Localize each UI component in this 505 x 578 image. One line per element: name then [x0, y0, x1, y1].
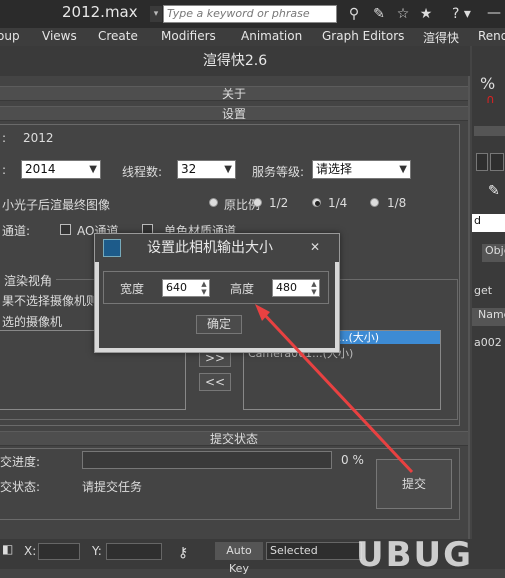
render-view-group-label: 渲染视角 [0, 272, 57, 289]
ratio-quarter-radio[interactable] [312, 198, 321, 207]
menu-rendering[interactable]: Rend [478, 29, 505, 43]
minimize-icon[interactable]: — [487, 5, 503, 23]
y-coord-field[interactable] [106, 543, 162, 560]
ratio-half-label: 1/2 [269, 196, 289, 210]
about-rollout[interactable]: 关于 [0, 86, 468, 101]
menu-create[interactable]: Create [98, 29, 138, 43]
version-label: : [2, 131, 7, 145]
menu-animation[interactable]: Animation [241, 29, 302, 43]
object-name-field[interactable]: d [472, 214, 505, 232]
key-icon[interactable]: ⚷ [178, 545, 188, 561]
title-dropdown-icon[interactable]: ▾ [150, 6, 162, 22]
status-label: 交状态: [0, 480, 41, 494]
menu-bar: oup Views Create Modifiers Animation Gra… [0, 28, 505, 46]
menu-xuandekuai[interactable]: 渲得快 [423, 29, 459, 46]
percent-snap-icon[interactable]: % [480, 74, 495, 93]
binoculars-icon[interactable]: ⚲ [345, 5, 363, 23]
ok-button[interactable]: 确定 [196, 315, 242, 334]
target-label: get [474, 284, 493, 297]
dialog-body: 宽度 640 ▲ ▼ 高度 480 ▲ ▼ 确定 [99, 262, 335, 348]
object-item[interactable]: a002 [474, 336, 502, 349]
size-group: 宽度 640 ▲ ▼ 高度 480 ▲ ▼ [103, 271, 329, 304]
panel-tab-icon[interactable] [476, 153, 488, 171]
menu-modifiers[interactable]: Modifiers [161, 29, 216, 43]
object-type-button[interactable]: Obje [482, 244, 505, 262]
x-coord-field[interactable] [38, 543, 80, 560]
spinner-arrows-icon[interactable]: ▲ ▼ [200, 280, 208, 296]
search-input[interactable]: Type a keyword or phrase [163, 5, 337, 23]
width-value: 640 [166, 281, 187, 294]
ao-channel-checkbox[interactable] [60, 224, 71, 235]
chevron-down-icon: ▼ [89, 164, 97, 175]
height-label: 高度 [230, 282, 255, 296]
command-panel: % ∩ ✎ d Obje get Name a002 [472, 46, 505, 539]
channels-label: 通道: [2, 224, 31, 238]
app-title-bar: 2012.max ▾ Type a keyword or phrase ⚲ ✎ … [0, 0, 505, 28]
menu-views[interactable]: Views [42, 29, 77, 43]
menu-graph-editors[interactable]: Graph Editors [322, 29, 404, 43]
status-bar: ◧ X: Y: ⚷ Auto Key Selected UBUG [0, 535, 505, 575]
file-name: 2012.max [62, 3, 138, 21]
help-button[interactable]: ? ▾ [452, 5, 478, 23]
camera-note-line1: 果不选择摄像机则 [2, 294, 99, 308]
progress-bar [82, 451, 332, 469]
name-button[interactable]: Name [472, 308, 505, 326]
chevron-down-icon: ▼ [224, 164, 232, 175]
favorite-star-icon[interactable]: ★ [417, 5, 435, 23]
submit-status-rollout[interactable]: 提交状态 [0, 431, 468, 446]
service-level-selected: 请选择 [316, 162, 353, 176]
panel-tab-icon[interactable] [490, 153, 504, 171]
close-icon[interactable]: ✕ [307, 239, 323, 255]
star-outline-icon[interactable]: ☆ [394, 5, 412, 23]
threads-selected: 32 [181, 162, 197, 176]
ratio-quarter-label: 1/4 [328, 196, 348, 210]
spinner-arrows-icon[interactable]: ▲ ▼ [310, 280, 318, 296]
brush-icon[interactable]: ✎ [488, 183, 500, 199]
settings-rollout[interactable]: 设置 [0, 106, 468, 121]
help-label: ? [452, 6, 460, 22]
lock-icon[interactable]: ◧ [2, 542, 14, 560]
service-level-label: 服务等级: [252, 165, 305, 179]
ratio-eighth-label: 1/8 [387, 196, 407, 210]
height-value: 480 [276, 281, 297, 294]
chevron-down-icon: ▼ [399, 164, 407, 175]
remove-camera-button[interactable]: << [199, 373, 231, 391]
tools-icon[interactable]: ✎ [370, 5, 388, 23]
threads-label: 线程数: [122, 165, 163, 179]
threads-select[interactable]: 32 ▼ [177, 160, 236, 179]
width-spinner[interactable]: 640 ▲ ▼ [162, 279, 210, 297]
auto-key-button[interactable]: Auto Key [215, 542, 263, 575]
photon-label: 小光子后渲最终图像 [2, 198, 111, 212]
x-coord-label: X: [24, 544, 37, 558]
status-value: 请提交任务 [82, 480, 143, 494]
plugin-title: 渲得快2.6 [0, 46, 470, 76]
service-level-select[interactable]: 请选择 ▼ [312, 160, 411, 179]
selection-set-dropdown[interactable]: Selected [266, 542, 362, 560]
width-label: 宽度 [120, 282, 145, 296]
max-logo-icon [103, 239, 121, 257]
menu-group[interactable]: oup [0, 29, 20, 43]
ratio-eighth-radio[interactable] [370, 198, 379, 207]
output-size-dialog: 设置此相机输出大小 ✕ 宽度 640 ▲ ▼ 高度 480 ▲ ▼ 确定 [94, 233, 340, 353]
max-version-label: : [2, 163, 7, 177]
watermark-logo: UBUG [356, 535, 474, 575]
ratio-half-radio[interactable] [253, 198, 262, 207]
camera-note-line2: 选的摄像机 [2, 315, 63, 329]
dialog-title: 设置此相机输出大小 [95, 234, 339, 262]
progress-value: 0 % [341, 453, 364, 467]
height-spinner[interactable]: 480 ▲ ▼ [272, 279, 320, 297]
version-value: 2012 [23, 131, 54, 145]
progress-label: 交进度: [0, 455, 41, 469]
panel-strip [474, 126, 505, 136]
ratio-original-radio[interactable] [209, 198, 218, 207]
max-version-select[interactable]: 2014 ▼ [21, 160, 101, 179]
max-version-selected: 2014 [25, 162, 56, 176]
submit-button[interactable]: 提交 [376, 459, 452, 509]
magnet-icon[interactable]: ∩ [486, 92, 495, 106]
y-coord-label: Y: [92, 544, 102, 558]
